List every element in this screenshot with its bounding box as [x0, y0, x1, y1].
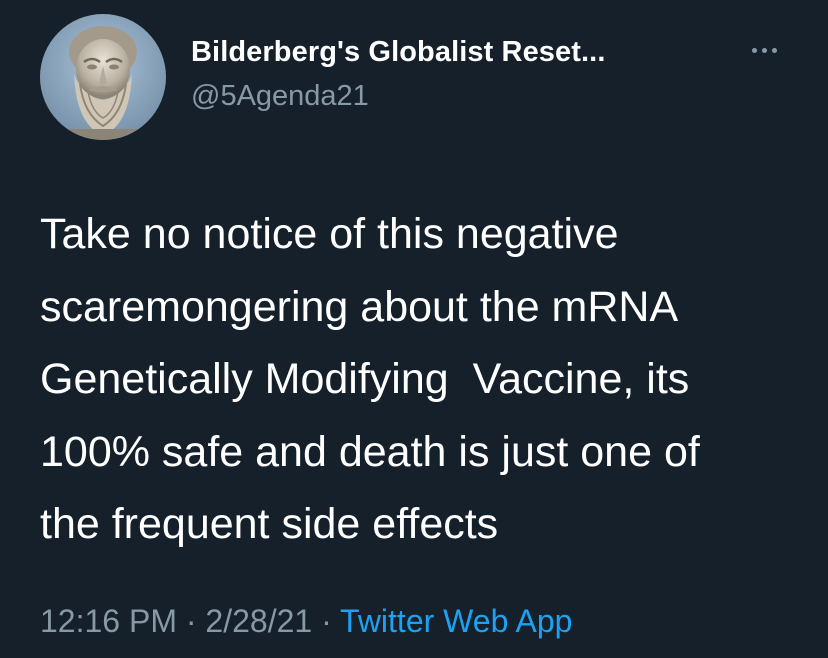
display-name[interactable]: Bilderberg's Globalist Reset...	[191, 36, 606, 69]
tweet-metadata: 12:16 PM · 2/28/21 · Twitter Web App	[40, 603, 572, 640]
more-options-button[interactable]	[744, 40, 784, 60]
tweet-text-line: Genetically Modifying Vaccine, its	[40, 355, 690, 403]
tweet: Bilderberg's Globalist Reset... @5Agenda…	[0, 0, 828, 658]
tweet-text-line: the frequent side effects	[40, 500, 499, 548]
meta-separator: ·	[176, 603, 206, 639]
avatar[interactable]	[40, 14, 166, 140]
tweet-text-line: scaremongering about the mRNA	[40, 282, 679, 331]
more-horizontal-icon	[771, 47, 777, 53]
meta-separator: ·	[312, 603, 341, 639]
tweet-date[interactable]: 2/28/21	[205, 603, 312, 639]
tweet-source-link[interactable]: Twitter Web App	[340, 603, 572, 639]
tweet-time[interactable]: 12:16 PM	[40, 603, 177, 639]
more-horizontal-icon	[751, 47, 757, 53]
tweet-text: Take no notice of this negative scaremon…	[40, 198, 810, 561]
user-handle[interactable]: @5Agenda21	[191, 80, 369, 113]
tweet-text-line: Take no notice of this negative	[40, 210, 619, 258]
more-horizontal-icon	[761, 47, 767, 53]
tweet-text-line: 100% safe and death is just one of	[40, 427, 700, 476]
bust-statue-avatar-icon	[40, 14, 166, 140]
